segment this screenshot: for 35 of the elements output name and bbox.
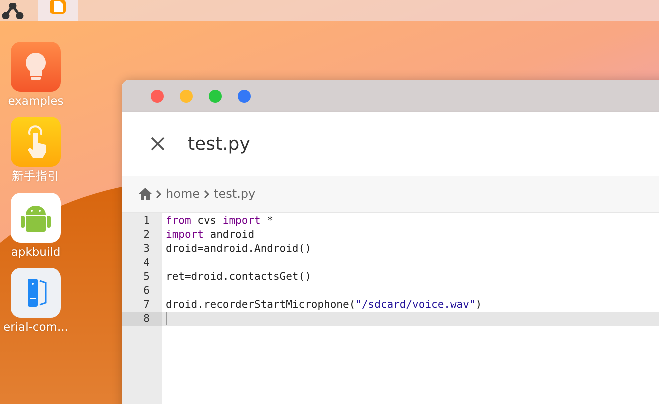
chevron-right-icon: [204, 190, 210, 198]
home-icon[interactable]: [139, 188, 152, 200]
device-icon: [10, 268, 61, 318]
breadcrumb-link[interactable]: test.py: [214, 187, 256, 201]
line-number: 3: [142, 242, 151, 256]
line-number: 6: [142, 284, 151, 298]
app-label[interactable]: examples: [8, 94, 64, 108]
line-number: 4: [142, 256, 151, 270]
window-control-dot[interactable]: [151, 90, 164, 102]
app-label[interactable]: 新手指引: [12, 169, 60, 184]
code-line: droid.recorderStartMicrophone("/sdcard/voice.wav"): [165, 298, 484, 312]
line-number: 1: [142, 214, 151, 228]
file-title: test.py: [188, 134, 250, 154]
close-icon[interactable]: [150, 136, 166, 152]
line-number: 2: [142, 228, 151, 242]
pointing-hand-icon: [11, 117, 61, 167]
code-line: ret=droid.contactsGet(): [165, 270, 312, 284]
line-number: 8: [122, 312, 162, 326]
app-label[interactable]: apkbuild: [11, 245, 61, 259]
app-label[interactable]: erial-com...: [4, 320, 68, 334]
document-icon[interactable]: [38, 0, 78, 21]
window-control-dot[interactable]: [180, 90, 193, 102]
line-number: 7: [142, 298, 151, 312]
android-apk-icon: [11, 193, 61, 243]
code-line: import android: [165, 228, 256, 242]
code-line: from cvs import *: [165, 214, 274, 228]
window-control-dot[interactable]: [238, 90, 251, 102]
breadcrumb-link[interactable]: home: [166, 187, 200, 201]
network-nodes-icon[interactable]: [2, 2, 24, 18]
text-cursor: [166, 312, 167, 325]
chevron-right-icon: [156, 190, 162, 198]
line-number: 5: [142, 270, 151, 284]
lightbulb-icon: [11, 42, 61, 92]
code-line: droid=android.Android(): [165, 242, 312, 256]
window-control-dot[interactable]: [209, 90, 222, 102]
